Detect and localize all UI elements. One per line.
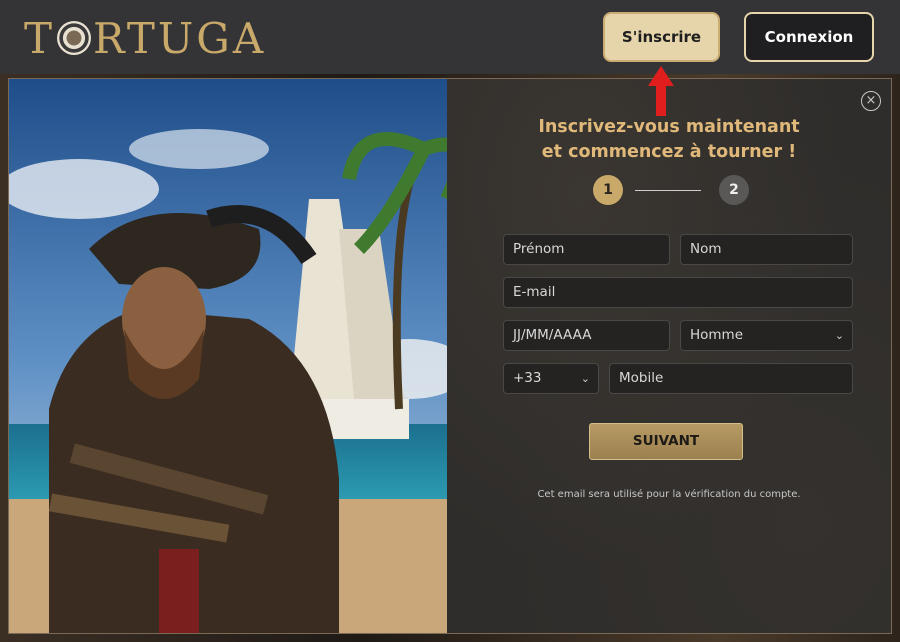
chevron-down-icon: ⌄ — [580, 372, 590, 385]
logo-letters-rest: RTUGA — [93, 13, 267, 63]
gender-select-value: Homme — [690, 327, 744, 343]
birthdate-field[interactable]: JJ/MM/AAAA — [503, 320, 670, 351]
phone-code-select[interactable]: +33 ⌄ — [503, 363, 599, 394]
step-connector — [635, 190, 701, 191]
signup-modal: × Inscrivez-vous maintenant et commencez… — [8, 78, 892, 634]
first-name-field[interactable]: Prénom — [503, 234, 670, 265]
top-header: T RTUGA S'inscrire Connexion — [0, 0, 900, 74]
login-button[interactable]: Connexion — [744, 12, 874, 62]
signup-title: Inscrivez-vous maintenant et commencez à… — [447, 115, 891, 165]
logo-letter-t: T — [24, 13, 56, 63]
signup-title-line2: et commencez à tourner ! — [541, 142, 797, 162]
signup-title-line1: Inscrivez-vous maintenant — [538, 117, 800, 137]
signup-form-panel: × Inscrivez-vous maintenant et commencez… — [447, 79, 891, 633]
signup-button[interactable]: S'inscrire — [603, 12, 720, 62]
pirate-artwork — [9, 79, 447, 633]
poker-chip-icon — [57, 21, 92, 55]
gender-select[interactable]: Homme ⌄ — [680, 320, 853, 351]
step-indicator-2: 2 — [719, 175, 749, 205]
last-name-field[interactable]: Nom — [680, 234, 853, 265]
phone-code-value: +33 — [513, 370, 542, 386]
chevron-down-icon: ⌄ — [834, 329, 844, 342]
close-icon[interactable]: × — [861, 91, 881, 111]
email-field[interactable]: E-mail — [503, 277, 853, 308]
mobile-field[interactable]: Mobile — [609, 363, 853, 394]
red-arrow-up-icon — [648, 66, 674, 116]
next-button[interactable]: SUIVANT — [589, 423, 743, 460]
tortuga-logo[interactable]: T RTUGA — [24, 13, 267, 63]
email-verification-note: Cet email sera utilisé pour la vérificat… — [537, 489, 801, 500]
step-indicator-1: 1 — [593, 175, 623, 205]
